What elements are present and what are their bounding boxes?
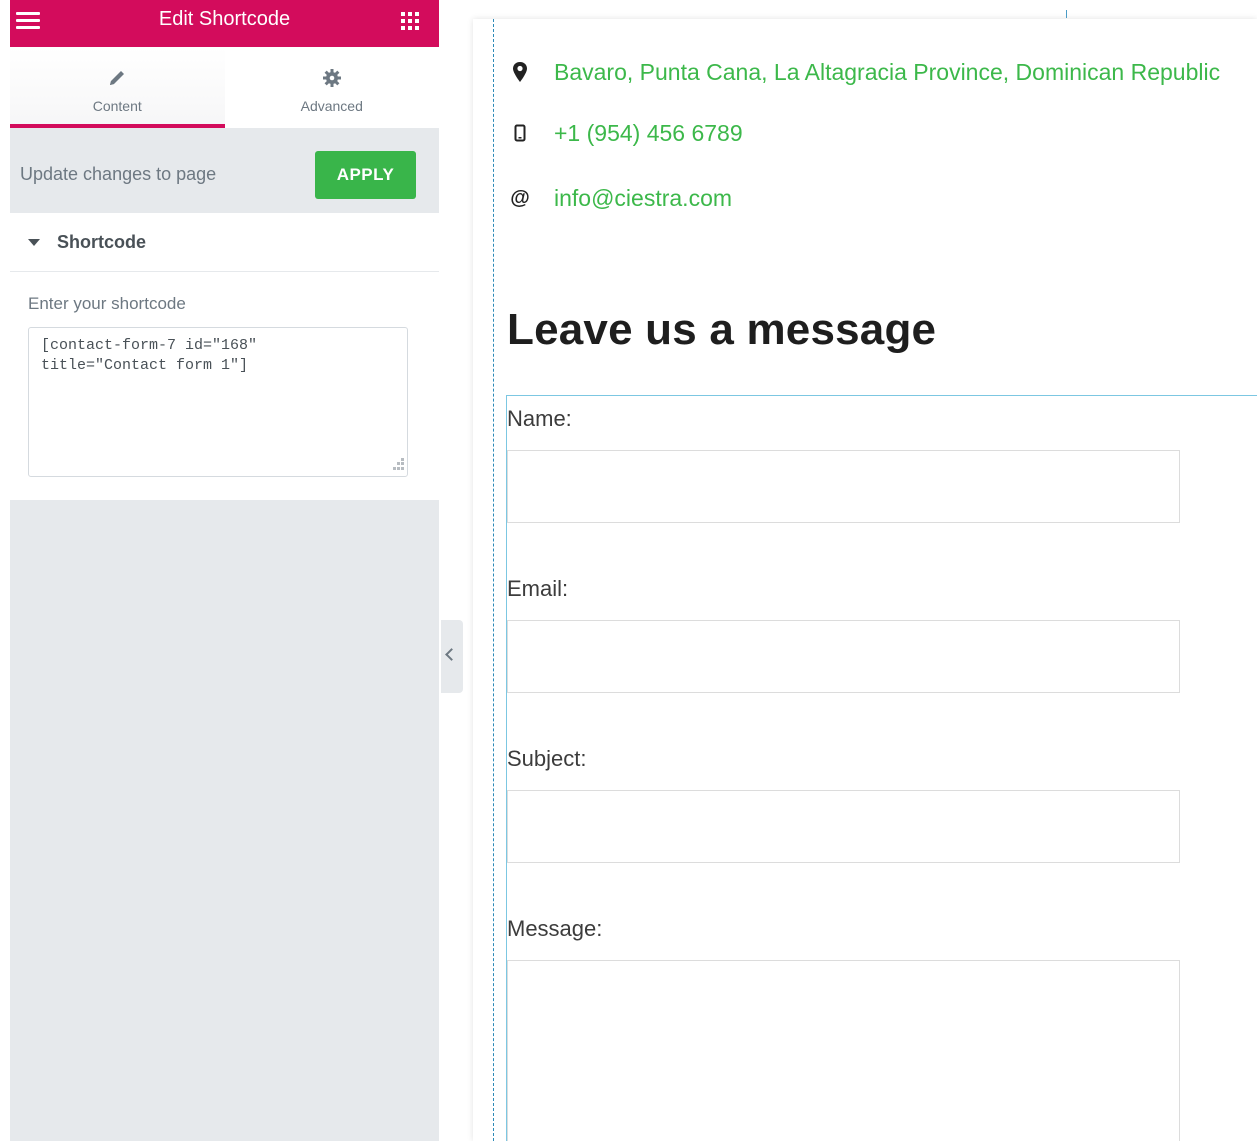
name-label: Name: (507, 406, 572, 431)
tab-content[interactable]: Content (10, 47, 225, 128)
subject-label: Subject: (507, 746, 587, 771)
section-outline (493, 19, 494, 1141)
email-link[interactable]: info@ciestra.com (554, 185, 732, 212)
widgets-grid-icon[interactable] (401, 12, 419, 30)
editor-panel: Edit Shortcode Content Advanced Update c… (10, 0, 439, 1141)
tab-content-label: Content (92, 98, 142, 114)
message-label: Message: (507, 916, 603, 941)
column-marker (1066, 10, 1067, 18)
pencil-icon (106, 67, 128, 92)
phone-row: +1 (954) 456 6789 (509, 120, 743, 146)
shortcode-field-label: Enter your shortcode (28, 294, 186, 313)
collapse-panel-handle[interactable] (441, 620, 463, 693)
mobile-phone-icon (509, 124, 531, 142)
at-sign-icon: @ (510, 187, 530, 209)
section-title: Shortcode (57, 232, 147, 252)
resize-grip-icon[interactable] (393, 458, 405, 470)
tab-advanced[interactable]: Advanced (225, 47, 440, 128)
apply-description: Update changes to page (20, 164, 217, 184)
chevron-left-icon (445, 648, 458, 661)
section-shortcode-header[interactable]: Shortcode (10, 213, 439, 272)
caret-down-icon (28, 239, 40, 246)
email-row: @ info@ciestra.com (509, 185, 732, 211)
apply-button[interactable]: APPLY (315, 151, 416, 199)
email-label: Email: (507, 576, 569, 601)
tab-advanced-label: Advanced (300, 98, 363, 114)
shortcode-textarea[interactable]: [contact-form-7 id="168" title="Contact … (28, 327, 408, 477)
panel-tabs: Content Advanced (10, 47, 439, 128)
panel-header: Edit Shortcode (10, 0, 439, 47)
email-input[interactable] (507, 620, 1180, 693)
gear-icon (321, 67, 343, 92)
message-textarea[interactable] (507, 960, 1180, 1141)
panel-title: Edit Shortcode (158, 8, 291, 30)
section-shortcode-body: Enter your shortcode [contact-form-7 id=… (10, 272, 439, 500)
form-heading: Leave us a message (507, 305, 937, 354)
map-marker-icon (509, 61, 531, 83)
phone-link[interactable]: +1 (954) 456 6789 (554, 120, 743, 147)
address-row: Bavaro, Punta Cana, La Altagracia Provin… (509, 59, 1220, 85)
subject-input[interactable] (507, 790, 1180, 863)
name-input[interactable] (507, 450, 1180, 523)
apply-bar: Update changes to page APPLY (10, 128, 439, 213)
address-link[interactable]: Bavaro, Punta Cana, La Altagracia Provin… (554, 59, 1220, 86)
